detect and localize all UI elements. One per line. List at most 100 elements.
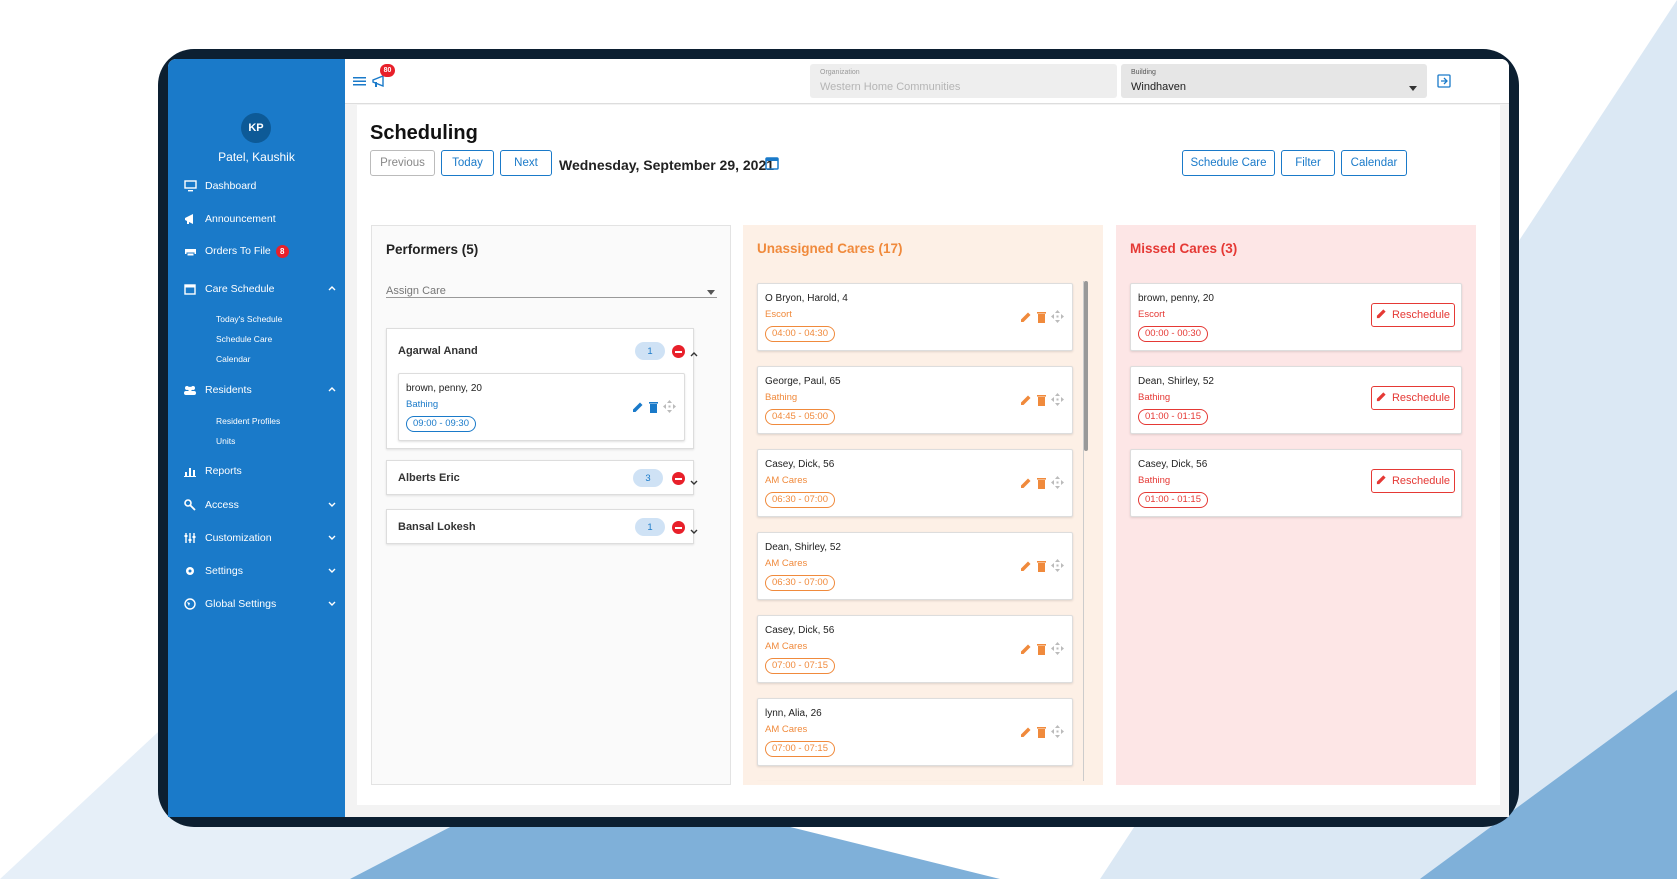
edit-icon[interactable]: [1020, 476, 1032, 494]
sidebar-item-settings[interactable]: Settings: [183, 562, 337, 580]
avatar[interactable]: KP: [241, 113, 271, 143]
care-time: 09:00 - 09:30: [406, 416, 476, 432]
performers-column: Performers (5) Assign Care Agarwal Anand…: [371, 225, 731, 785]
card-actions: [1020, 310, 1064, 328]
care-type: Escort: [765, 309, 792, 320]
drag-handle-icon[interactable]: [1051, 642, 1064, 660]
performers-title: Performers (5): [386, 242, 479, 257]
unassigned-care-card[interactable]: George, Paul, 65 Bathing 04:45 - 05:00: [757, 366, 1073, 434]
assign-care-select[interactable]: Assign Care: [386, 282, 717, 298]
next-button[interactable]: Next: [500, 150, 552, 176]
edit-icon[interactable]: [1020, 725, 1032, 743]
unassigned-care-card[interactable]: Dean, Shirley, 52 AM Cares 06:30 - 07:00: [757, 532, 1073, 600]
drag-handle-icon[interactable]: [1051, 310, 1064, 328]
missed-care-card[interactable]: Casey, Dick, 56 Bathing 01:00 - 01:15 Resch…: [1130, 449, 1462, 517]
previous-button[interactable]: Previous: [370, 150, 435, 176]
performer-alberts-eric[interactable]: Alberts Eric 3: [386, 460, 698, 495]
care-type: Escort: [1138, 309, 1165, 320]
megaphone-icon: [183, 212, 197, 226]
performer-bansal-lokesh[interactable]: Bansal Lokesh 1: [386, 509, 698, 544]
unassigned-care-card[interactable]: O Bryon, Harold, 4 Escort 04:00 - 04:30: [757, 283, 1073, 351]
reschedule-label: Reschedule: [1391, 309, 1451, 321]
sidebar-subitem-todays-schedule[interactable]: Today's Schedule: [216, 314, 282, 324]
sidebar-subitem-calendar[interactable]: Calendar: [216, 354, 251, 364]
remove-icon[interactable]: [672, 345, 685, 358]
chevron-down-icon[interactable]: [689, 473, 699, 491]
reschedule-button[interactable]: Reschedule: [1371, 469, 1455, 493]
drag-handle-icon[interactable]: [1051, 725, 1064, 743]
unassigned-cares-column: Unassigned Cares (17) O Bryon, Harold, 4…: [743, 225, 1103, 785]
logout-icon[interactable]: [1437, 74, 1451, 93]
sidebar-item-label: Settings: [205, 565, 243, 577]
trash-icon[interactable]: [1036, 559, 1047, 577]
resident-name: brown, penny, 20: [406, 383, 482, 394]
remove-icon[interactable]: [672, 472, 685, 485]
drag-handle-icon[interactable]: [1051, 476, 1064, 494]
remove-icon[interactable]: [672, 521, 685, 534]
sidebar-item-label: Orders To File: [205, 245, 271, 257]
unassigned-care-card[interactable]: lynn, Alia, 26 AM Cares 07:00 - 07:15: [757, 698, 1073, 766]
sidebar-item-global-settings[interactable]: Global Settings: [183, 595, 337, 613]
assigned-care-card[interactable]: brown, penny, 20 Bathing 09:00 - 09:30: [398, 373, 685, 441]
trash-icon[interactable]: [1036, 476, 1047, 494]
sidebar-item-access[interactable]: Access: [183, 496, 337, 514]
trash-icon[interactable]: [1036, 310, 1047, 328]
edit-icon[interactable]: [1020, 559, 1032, 577]
orders-count-badge: 8: [275, 244, 289, 258]
card-actions: [1020, 725, 1064, 743]
performer-agarwal-anand[interactable]: Agarwal Anand 1 brown, penny, 20 Bathing…: [386, 328, 698, 449]
trash-icon[interactable]: [1036, 393, 1047, 411]
schedule-care-button[interactable]: Schedule Care: [1182, 150, 1275, 176]
menu-icon[interactable]: [353, 74, 367, 92]
sidebar-item-residents[interactable]: Residents: [183, 381, 337, 399]
key-icon: [183, 498, 197, 512]
reschedule-button[interactable]: Reschedule: [1371, 303, 1455, 327]
trash-icon[interactable]: [1036, 725, 1047, 743]
performer-count-pill: 3: [633, 469, 663, 487]
trash-icon[interactable]: [1036, 642, 1047, 660]
calendar-icon[interactable]: [765, 156, 779, 175]
sidebar-item-orders[interactable]: Orders To File 8: [183, 242, 337, 260]
building-select[interactable]: Building Windhaven: [1121, 64, 1427, 98]
drag-handle-icon[interactable]: [663, 400, 676, 418]
sidebar-subitem-schedule-care[interactable]: Schedule Care: [216, 334, 272, 344]
sidebar-item-customization[interactable]: Customization: [183, 529, 337, 547]
sidebar-subitem-resident-profiles[interactable]: Resident Profiles: [216, 416, 280, 426]
sidebar-item-dashboard[interactable]: Dashboard: [183, 177, 337, 195]
card-actions: [1020, 559, 1064, 577]
reschedule-label: Reschedule: [1391, 392, 1451, 404]
sidebar-item-label: Customization: [205, 532, 272, 544]
unassigned-care-card[interactable]: Casey, Dick, 56 AM Cares 06:30 - 07:00: [757, 449, 1073, 517]
edit-icon[interactable]: [632, 400, 644, 418]
sidebar-item-reports[interactable]: Reports: [183, 462, 337, 480]
sidebar-item-announcement[interactable]: Announcement: [183, 210, 337, 228]
filter-button[interactable]: Filter: [1281, 150, 1335, 176]
missed-care-card[interactable]: brown, penny, 20 Escort 00:00 - 00:30 Resch…: [1130, 283, 1462, 351]
edit-icon[interactable]: [1020, 310, 1032, 328]
care-time: 04:00 - 04:30: [765, 326, 835, 342]
drag-handle-icon[interactable]: [1051, 393, 1064, 411]
sidebar-item-care-schedule[interactable]: Care Schedule: [183, 280, 337, 298]
care-type: AM Cares: [765, 641, 808, 652]
care-time: 06:30 - 07:00: [765, 492, 835, 508]
trash-icon[interactable]: [648, 400, 659, 418]
bar-chart-icon: [183, 464, 197, 478]
resident-name: Casey, Dick, 56: [765, 625, 835, 636]
user-name: Patel, Kaushik: [218, 150, 295, 164]
edit-icon: [1376, 474, 1387, 488]
edit-icon[interactable]: [1020, 642, 1032, 660]
card-actions: [1020, 476, 1064, 494]
printer-icon: [183, 244, 197, 258]
resident-name: brown, penny, 20: [1138, 293, 1214, 304]
chevron-down-icon[interactable]: [689, 522, 699, 540]
sidebar-subitem-units[interactable]: Units: [216, 436, 235, 446]
missed-care-card[interactable]: Dean, Shirley, 52 Bathing 01:00 - 01:15 Res…: [1130, 366, 1462, 434]
unassigned-care-card[interactable]: Casey, Dick, 56 AM Cares 07:00 - 07:15: [757, 615, 1073, 683]
chevron-up-icon[interactable]: [689, 345, 699, 363]
calendar-button[interactable]: Calendar: [1341, 150, 1407, 176]
sidebar-item-label: Global Settings: [205, 598, 277, 610]
reschedule-button[interactable]: Reschedule: [1371, 386, 1455, 410]
edit-icon[interactable]: [1020, 393, 1032, 411]
today-button[interactable]: Today: [441, 150, 494, 176]
drag-handle-icon[interactable]: [1051, 559, 1064, 577]
